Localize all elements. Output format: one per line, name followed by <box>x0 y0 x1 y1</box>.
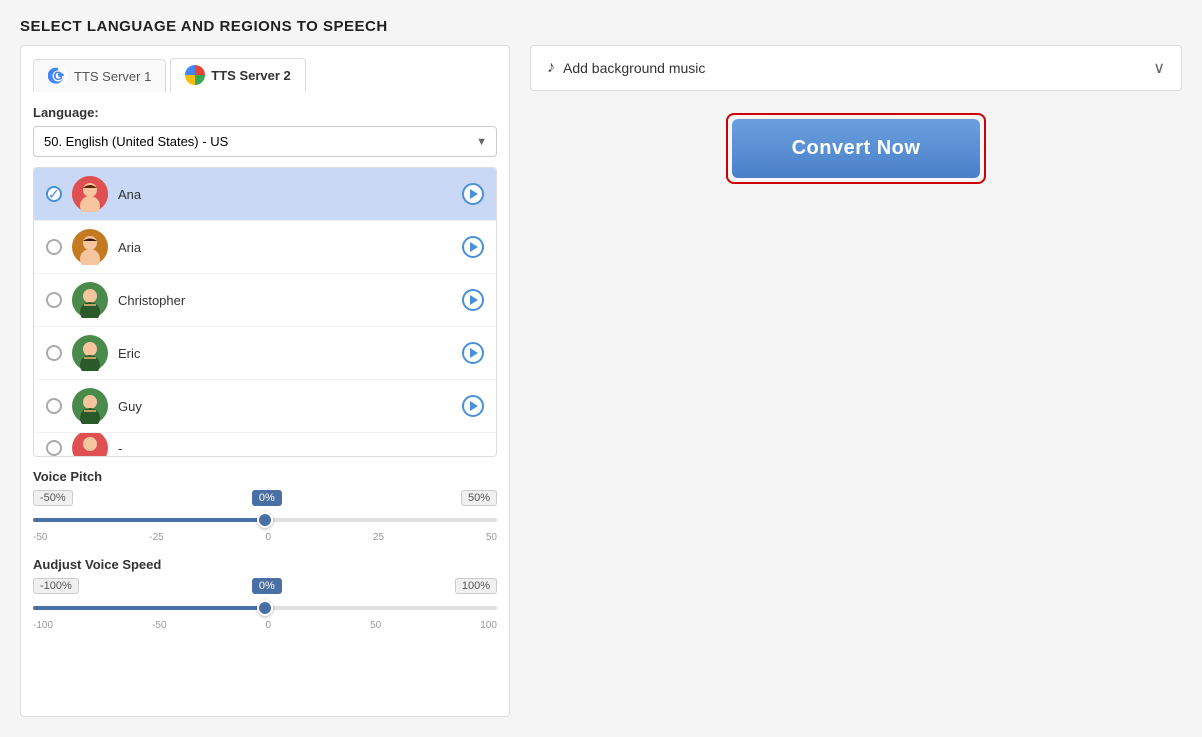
play-button-eric[interactable] <box>462 342 484 364</box>
left-panel: G TTS Server 1 TTS Server 2 Language: 50… <box>20 45 510 717</box>
play-button-aria[interactable] <box>462 236 484 258</box>
speed-tick-1: -50 <box>152 620 166 631</box>
voice-radio-eric <box>46 345 62 361</box>
speed-tick-3: 50 <box>370 620 381 631</box>
speed-min-badge: -100% <box>33 578 79 594</box>
avatar-guy <box>72 388 108 424</box>
pitch-tick-1: -25 <box>149 532 163 543</box>
voice-list: ✓ Ana <box>33 167 497 457</box>
page-title: SELECT LANGUAGE AND REGIONS TO SPEECH <box>0 0 1202 45</box>
voice-radio-jenny <box>46 440 62 456</box>
voice-name-guy: Guy <box>118 399 452 414</box>
speed-tick-max: 100 <box>480 620 497 631</box>
voice-name-ana: Ana <box>118 187 452 202</box>
voice-name-aria: Aria <box>118 240 452 255</box>
voice-pitch-section: Voice Pitch -50% 0% 50% -50 -25 0 25 <box>33 469 497 545</box>
music-bar-left: ♪ Add background music <box>547 59 705 77</box>
pitch-tick-max: 50 <box>486 532 497 543</box>
voice-item-aria[interactable]: Aria <box>34 221 496 274</box>
avatar-aria <box>72 229 108 265</box>
speed-slider-ticks: -100 -50 0 50 100 <box>33 618 497 633</box>
language-select[interactable]: 50. English (United States) - US <box>33 126 497 157</box>
pitch-slider-fill <box>33 518 265 522</box>
voice-speed-section: Audjust Voice Speed -100% 0% 100% -100 -… <box>33 557 497 633</box>
slider-speed-labels: -100% 0% 100% <box>33 578 497 594</box>
music-bar[interactable]: ♪ Add background music ∨ <box>530 45 1182 91</box>
tab-tts-server1[interactable]: G TTS Server 1 <box>33 59 166 92</box>
tab-tts-server1-label: TTS Server 1 <box>74 69 151 84</box>
language-select-wrapper: 50. English (United States) - US ▼ <box>33 126 497 157</box>
voice-speed-title: Audjust Voice Speed <box>33 557 497 572</box>
play-button-christopher[interactable] <box>462 289 484 311</box>
music-note-icon: ♪ <box>547 59 555 77</box>
google-icon: G <box>48 66 68 86</box>
avatar-eric <box>72 335 108 371</box>
pitch-current-badge: 0% <box>252 490 282 506</box>
voice-item-jenny[interactable]: - <box>34 433 496 457</box>
voice-name-christopher: Christopher <box>118 293 452 308</box>
voice-pitch-title: Voice Pitch <box>33 469 497 484</box>
speed-tick-min: -100 <box>33 620 53 631</box>
voice-radio-aria <box>46 239 62 255</box>
pitch-tick-2: 0 <box>266 532 272 543</box>
avatar-jenny <box>72 433 108 457</box>
convert-now-button[interactable]: Convert Now <box>732 119 981 178</box>
checkmark-icon: ✓ <box>48 186 60 203</box>
voice-radio-guy <box>46 398 62 414</box>
pitch-slider-thumb[interactable] <box>257 512 273 528</box>
convert-area: Convert Now <box>530 103 1182 184</box>
tab-tts-server2-label: TTS Server 2 <box>211 68 291 83</box>
play-button-ana[interactable] <box>462 183 484 205</box>
speed-slider-wrapper[interactable] <box>33 598 497 618</box>
pitch-slider-ticks: -50 -25 0 25 50 <box>33 530 497 545</box>
tab-tts-server2[interactable]: TTS Server 2 <box>170 58 306 93</box>
voice-item-ana[interactable]: ✓ Ana <box>34 168 496 221</box>
play-button-guy[interactable] <box>462 395 484 417</box>
pitch-max-badge: 50% <box>461 490 497 506</box>
grid-icon <box>185 65 205 85</box>
pitch-tick-min: -50 <box>33 532 47 543</box>
voice-name-eric: Eric <box>118 346 452 361</box>
slider-pitch-labels: -50% 0% 50% <box>33 490 497 506</box>
avatar-ana <box>72 176 108 212</box>
voice-item-eric[interactable]: Eric <box>34 327 496 380</box>
tts-tabs: G TTS Server 1 TTS Server 2 <box>21 46 509 93</box>
convert-btn-border: Convert Now <box>726 113 987 184</box>
svg-text:G: G <box>53 69 62 83</box>
avatar-christopher <box>72 282 108 318</box>
language-label: Language: <box>33 105 497 120</box>
right-panel: ♪ Add background music ∨ Convert Now <box>530 45 1182 717</box>
speed-max-badge: 100% <box>455 578 497 594</box>
pitch-tick-3: 25 <box>373 532 384 543</box>
pitch-slider-track <box>33 518 497 522</box>
speed-slider-track <box>33 606 497 610</box>
speed-current-badge: 0% <box>252 578 282 594</box>
speed-slider-thumb[interactable] <box>257 600 273 616</box>
pitch-slider-wrapper[interactable] <box>33 510 497 530</box>
pitch-min-badge: -50% <box>33 490 73 506</box>
voice-radio-christopher <box>46 292 62 308</box>
speed-slider-fill <box>33 606 265 610</box>
speed-tick-2: 0 <box>266 620 272 631</box>
voice-name-jenny: - <box>118 441 484 456</box>
voice-item-guy[interactable]: Guy <box>34 380 496 433</box>
voice-radio-ana: ✓ <box>46 186 62 202</box>
chevron-down-icon: ∨ <box>1153 58 1165 78</box>
music-bar-label: Add background music <box>563 60 705 76</box>
voice-item-christopher[interactable]: Christopher <box>34 274 496 327</box>
